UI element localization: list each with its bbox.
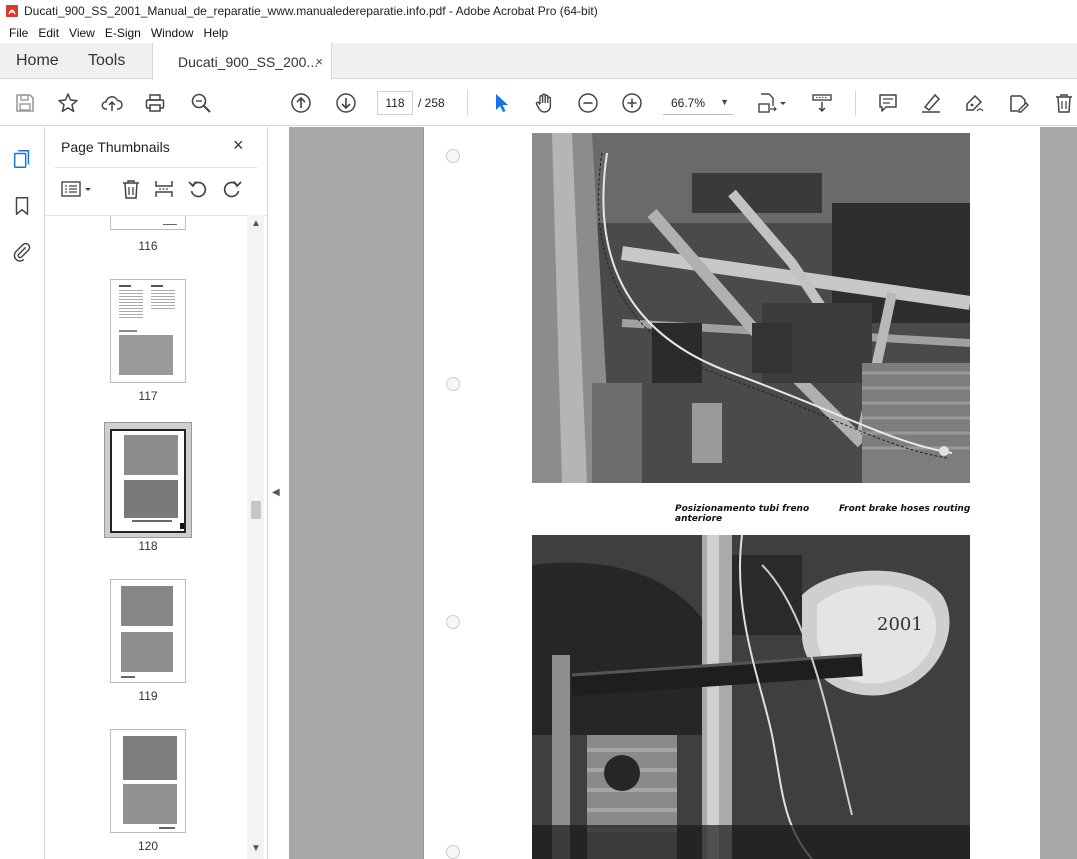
edit-pdf-icon[interactable] [1006, 91, 1030, 115]
page-number-input[interactable]: 118 [377, 91, 413, 115]
page-total: / 258 [418, 96, 445, 110]
punch-hole [446, 149, 460, 163]
punch-hole [446, 377, 460, 391]
menu-bar: File Edit View E-Sign Window Help [0, 22, 1077, 43]
thumbnail-page-117[interactable] [110, 279, 186, 383]
previous-page-icon[interactable] [289, 91, 313, 115]
save-icon[interactable] [13, 91, 37, 115]
chevron-up-icon[interactable]: ▲ [251, 218, 261, 229]
thumbnail-scrollbar[interactable]: ▲ ▼ [247, 215, 264, 859]
toolbar-divider [467, 90, 468, 116]
photo-headlight-hoses: 2001 [532, 535, 970, 859]
punch-hole [446, 845, 460, 859]
caption-italian: Posizionamento tubi freno anteriore [675, 504, 810, 524]
caption-english: Front brake hoses routing [839, 504, 971, 514]
page-fit-caret-icon[interactable] [778, 91, 788, 115]
zoom-level-select[interactable]: 66.7% ▼ [663, 91, 733, 115]
thumbnail-options-icon[interactable] [59, 177, 95, 201]
thumbnail-page-116[interactable] [110, 216, 186, 230]
motorcycle-frame-image [532, 133, 970, 483]
tab-document[interactable]: Ducati_900_SS_200... × [152, 43, 332, 80]
document-view[interactable]: Posizionamento tubi freno anteriore Fron… [289, 127, 1077, 859]
menu-esign[interactable]: E-Sign [100, 26, 146, 40]
zoom-out-icon[interactable] [576, 91, 600, 115]
delete-pages-icon[interactable] [119, 177, 143, 201]
upload-cloud-icon[interactable] [100, 91, 124, 115]
thumbnail-page-number: 118 [138, 539, 158, 553]
headlight-year-text: 2001 [877, 614, 923, 635]
tab-tools[interactable]: Tools [88, 43, 125, 79]
thumbnail-list: 116 117 118 119 120 [45, 215, 268, 859]
photo-front-brake-hoses [532, 133, 970, 483]
main-toolbar: 118 / 258 66.7% ▼ [0, 80, 1077, 126]
pdf-page: Posizionamento tubi freno anteriore Fron… [423, 127, 1040, 859]
panel-divider [55, 167, 257, 168]
thumbnail-page-118[interactable] [110, 429, 186, 533]
attachments-paperclip-icon[interactable] [10, 240, 34, 264]
thumbnail-page-number: 117 [138, 389, 158, 403]
page-thumbnails-panel: Page Thumbnails × 116 117 118 119 120 ▲ … [45, 127, 268, 859]
thumbnail-page-number: 119 [138, 689, 158, 703]
delete-trash-icon[interactable] [1052, 91, 1076, 115]
menu-edit[interactable]: Edit [33, 26, 64, 40]
zoom-in-icon[interactable] [620, 91, 644, 115]
punch-hole [446, 615, 460, 629]
tab-close-icon[interactable]: × [315, 54, 323, 69]
menu-window[interactable]: Window [146, 26, 199, 40]
print-icon[interactable] [143, 91, 167, 115]
close-icon[interactable]: × [233, 135, 244, 156]
thumbnail-page-119[interactable] [110, 579, 186, 683]
menu-view[interactable]: View [64, 26, 100, 40]
next-page-icon[interactable] [334, 91, 358, 115]
page-fit-icon[interactable] [755, 91, 779, 115]
highlight-pen-icon[interactable] [919, 91, 943, 115]
hand-tool-icon[interactable] [532, 91, 556, 115]
thumbnail-page-number: 116 [138, 239, 158, 253]
bookmarks-icon[interactable] [10, 194, 34, 218]
comment-icon[interactable] [876, 91, 900, 115]
collapse-panel-icon[interactable]: ◀ [272, 487, 280, 498]
scroll-mode-icon[interactable] [810, 91, 834, 115]
bookmark-star-icon[interactable] [56, 91, 80, 115]
sign-pen-icon[interactable] [962, 91, 986, 115]
window-title: Ducati_900_SS_2001_Manual_de_reparatie_w… [24, 4, 598, 18]
tab-bar: Home Tools Ducati_900_SS_200... × [0, 43, 1077, 80]
page-thumbnails-icon[interactable] [10, 147, 34, 171]
chevron-down-icon: ▼ [720, 97, 729, 107]
insert-pages-icon[interactable] [152, 177, 176, 201]
select-cursor-icon[interactable] [489, 91, 513, 115]
tab-home[interactable]: Home [16, 43, 59, 79]
thumbnail-page-number: 120 [137, 839, 159, 853]
title-bar: Ducati_900_SS_2001_Manual_de_reparatie_w… [0, 0, 1077, 22]
toolbar-divider [855, 90, 856, 116]
menu-help[interactable]: Help [199, 26, 234, 40]
acrobat-app-icon [6, 5, 18, 17]
left-navigation-rail [0, 127, 45, 859]
find-zoom-icon[interactable] [189, 91, 213, 115]
scroll-thumb[interactable] [251, 501, 261, 519]
rotate-counterclockwise-icon[interactable] [186, 177, 210, 201]
thumbnail-page-120[interactable] [110, 729, 186, 833]
motorcycle-headlight-image: 2001 [532, 535, 970, 859]
rotate-clockwise-icon[interactable] [220, 177, 244, 201]
menu-file[interactable]: File [4, 26, 33, 40]
tab-document-label: Ducati_900_SS_200... [178, 53, 319, 70]
zoom-level-value: 66.7% [671, 95, 706, 110]
chevron-down-icon[interactable]: ▼ [251, 843, 261, 854]
panel-title: Page Thumbnails [61, 139, 170, 155]
